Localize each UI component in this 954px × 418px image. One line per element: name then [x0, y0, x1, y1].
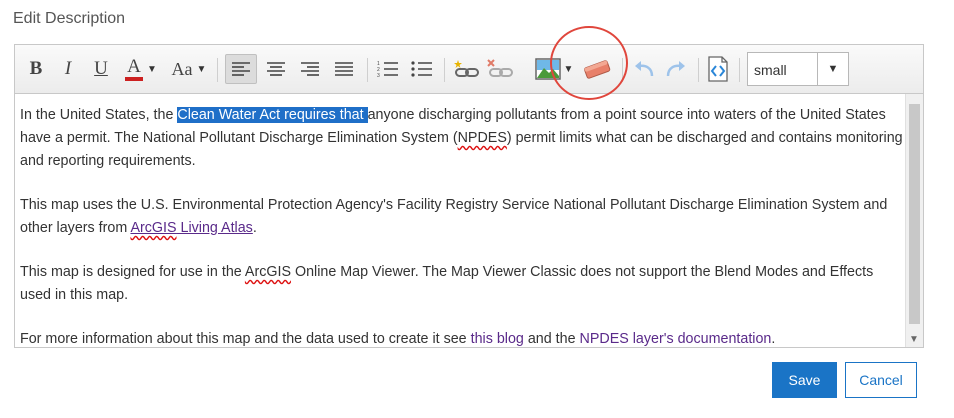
spellcheck-word: ArcGIS — [244, 264, 291, 280]
selected-text: Clean Water Act requires that — [177, 107, 368, 123]
ordered-list-icon: 123 — [377, 61, 398, 78]
toolbar-divider — [444, 58, 445, 82]
toolbar-divider — [217, 58, 218, 82]
html-source-icon — [708, 56, 728, 82]
chevron-down-icon: ▼ — [563, 63, 574, 75]
font-size-icon: Aa — [171, 58, 193, 79]
chevron-down-icon[interactable]: ▼ — [817, 53, 848, 85]
align-left-icon — [232, 62, 250, 76]
toolbar-divider — [739, 58, 740, 82]
chevron-down-icon: ▼ — [147, 63, 157, 75]
npdes-documentation-link[interactable]: NPDES layer's documentation — [580, 331, 772, 347]
undo-button[interactable] — [629, 54, 659, 84]
editor-toolbar: B I U A ▼ Aa ▼ 1 2 3 ▼ small ▼ — [15, 45, 923, 94]
scrollbar-thumb[interactable] — [909, 104, 920, 324]
living-atlas-link[interactable]: ArcGIS Living Atlas — [130, 220, 252, 236]
vertical-scrollbar[interactable]: ▼ — [905, 94, 923, 347]
html-source-button[interactable] — [703, 54, 733, 84]
font-color-icon: A — [125, 57, 144, 81]
editor-content[interactable]: In the United States, the Clean Water Ac… — [15, 94, 905, 347]
unordered-list-icon — [411, 61, 432, 77]
cancel-button[interactable]: Cancel — [845, 362, 917, 398]
font-size-select-value: small — [754, 62, 787, 78]
align-left-button[interactable] — [225, 54, 257, 84]
underline-button[interactable]: U — [88, 54, 114, 84]
ordered-list-button[interactable]: 123 — [373, 54, 403, 84]
insert-image-button[interactable]: ▼ — [531, 54, 577, 84]
align-right-icon — [301, 62, 319, 76]
redo-button[interactable] — [661, 54, 691, 84]
undo-icon — [635, 61, 654, 77]
blog-link[interactable]: this blog — [471, 331, 524, 347]
align-right-button[interactable] — [295, 54, 325, 84]
save-button[interactable]: Save — [772, 362, 837, 398]
redo-icon — [666, 61, 685, 77]
spellcheck-word: NPDES — [457, 130, 507, 146]
link-icon — [454, 60, 479, 77]
bold-button[interactable]: B — [23, 54, 49, 84]
eraser-icon — [584, 60, 611, 79]
underline-icon: U — [94, 58, 108, 79]
paragraph: In the United States, the Clean Water Ac… — [20, 107, 903, 169]
insert-link-button[interactable] — [450, 54, 484, 84]
clear-formatting-button[interactable] — [579, 54, 615, 84]
dialog-title: Edit Description — [13, 10, 126, 27]
italic-icon: I — [64, 58, 72, 79]
align-justify-icon — [335, 62, 353, 76]
chevron-down-icon: ▼ — [196, 63, 207, 75]
toolbar-divider — [622, 58, 623, 82]
unordered-list-button[interactable] — [407, 54, 437, 84]
paragraph: This map uses the U.S. Environmental Pro… — [20, 197, 888, 236]
align-justify-button[interactable] — [329, 54, 359, 84]
align-center-button[interactable] — [261, 54, 291, 84]
align-center-icon — [267, 62, 285, 76]
paragraph: For more information about this map and … — [20, 331, 776, 347]
italic-button[interactable]: I — [55, 54, 81, 84]
rich-text-editor: B I U A ▼ Aa ▼ 1 2 3 ▼ small ▼ In the Un… — [14, 44, 924, 348]
paragraph: This map is designed for use in the ArcG… — [20, 264, 874, 303]
font-size-button[interactable]: Aa ▼ — [167, 54, 211, 84]
bold-icon: B — [29, 58, 43, 79]
toolbar-divider — [698, 58, 699, 82]
unlink-icon — [487, 59, 513, 77]
font-color-button[interactable]: A ▼ — [121, 54, 161, 84]
edit-description-dialog: Edit Description B I U A ▼ Aa ▼ 1 2 3 ▼ … — [0, 0, 936, 400]
scroll-down-icon[interactable]: ▼ — [909, 334, 919, 345]
toolbar-divider — [367, 58, 368, 82]
image-icon — [534, 58, 561, 80]
svg-text:3: 3 — [377, 73, 380, 78]
remove-link-button[interactable] — [485, 54, 517, 84]
font-size-select[interactable]: small ▼ — [747, 52, 849, 86]
